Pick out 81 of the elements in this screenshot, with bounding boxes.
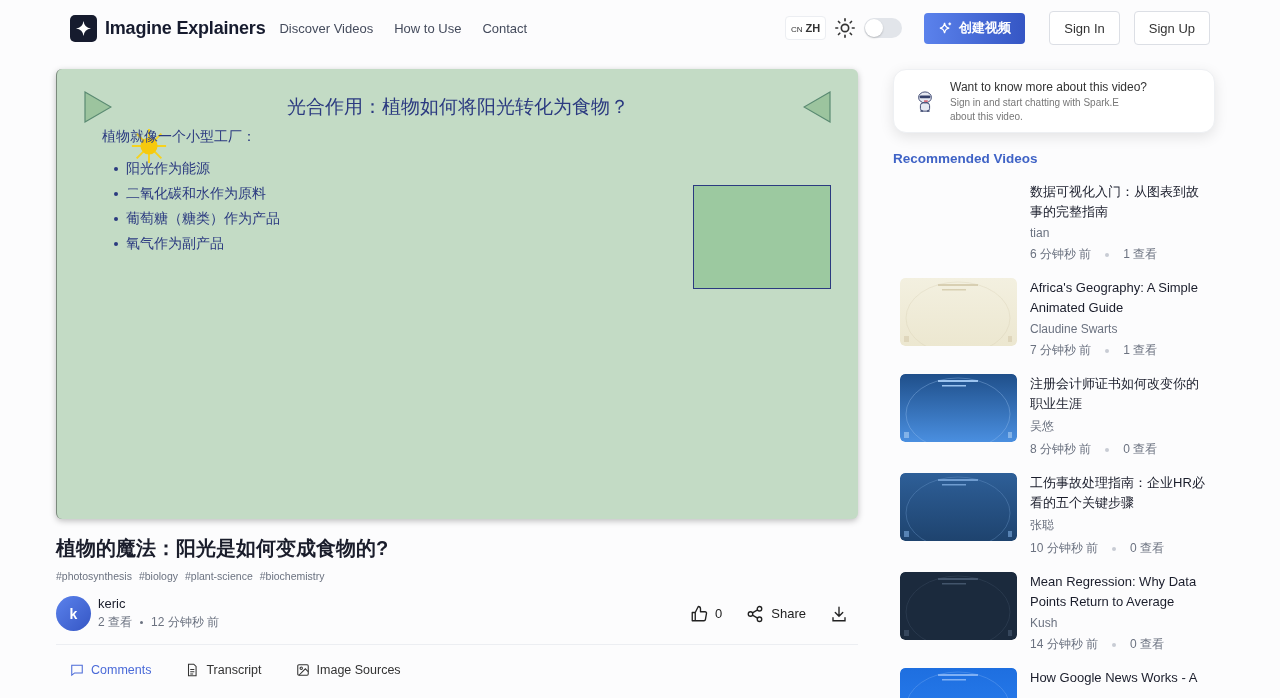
image-icon: [295, 663, 310, 677]
chat-prompt-title: Want to know more about this video?: [950, 80, 1147, 94]
view-count: 2 查看: [98, 614, 132, 631]
video-title: 植物的魔法：阳光是如何变成食物的?: [56, 536, 390, 561]
nav-link[interactable]: Discover Videos: [279, 20, 374, 36]
author-name: 张聪: [1030, 517, 1055, 534]
upload-time: 6 分钟秒 前: [1030, 246, 1092, 263]
share-button[interactable]: Share: [746, 604, 806, 623]
video-card[interactable]: 数据可视化入门：从图表到故事的完整指南 tian 6 分钟秒 前 1 查看: [900, 182, 1215, 263]
language-button[interactable]: CN ZH: [784, 16, 827, 40]
create-video-button[interactable]: 创建视频: [924, 12, 1026, 44]
slide-bullet: 葡萄糖（糖类）作为产品: [126, 209, 280, 228]
view-count: 1 查看: [1123, 246, 1158, 263]
video-card[interactable]: 工伤事故处理指南：企业HR必看的五个关键步骤 张聪 10 分钟秒 前 0 查看: [900, 473, 1215, 557]
video-title[interactable]: 数据可视化入门：从图表到故事的完整指南: [1030, 182, 1210, 222]
video-card[interactable]: Africa's Geography: A Simple Animated Guide Claudine Swarts 7 分钟秒 前 1 查看: [900, 278, 1215, 359]
avatar[interactable]: k: [56, 596, 91, 631]
tag-link[interactable]: #plant-science: [185, 570, 253, 582]
sun-icon: [834, 17, 857, 39]
author-name: Claudine Swarts: [1030, 322, 1119, 336]
separator-dot: [1112, 642, 1116, 647]
separator-dot: [140, 621, 143, 624]
comment-icon: [70, 663, 84, 677]
bullet-dot: [114, 216, 118, 221]
view-count: 1 查看: [1123, 342, 1158, 359]
upload-time: 14 分钟秒 前: [1030, 636, 1098, 653]
slide-bullet: 二氧化碳和水作为原料: [126, 184, 266, 203]
like-button[interactable]: 0: [690, 604, 723, 623]
tag-link[interactable]: #photosynthesis: [56, 570, 132, 582]
author-name: Kush: [1030, 616, 1059, 630]
bullet-dot: [114, 166, 118, 171]
upload-time: 8 分钟秒 前: [1030, 441, 1092, 458]
author-name[interactable]: keric: [98, 596, 220, 611]
slide-bullet: 阳光作为能源: [126, 159, 210, 178]
upload-time: 7 分钟秒 前: [1030, 342, 1092, 359]
upload-time: 12 分钟秒 前: [151, 614, 220, 631]
video-card[interactable]: How Google News Works - A: [900, 668, 1215, 698]
tab[interactable]: Image Sources: [295, 659, 401, 681]
bullet-dot: [114, 241, 118, 246]
view-count: 0 查看: [1123, 441, 1158, 458]
sign-up-button[interactable]: Sign Up: [1133, 11, 1210, 45]
author-name: 吴悠: [1030, 418, 1055, 435]
view-count: 0 查看: [1130, 540, 1165, 557]
sign-in-button[interactable]: Sign In: [1049, 11, 1120, 45]
slide-bullet: 氧气作为副产品: [126, 234, 224, 253]
logo-icon: [70, 14, 97, 42]
video-title[interactable]: How Google News Works - A: [1030, 668, 1210, 688]
section-heading: Recommended Videos: [893, 151, 1039, 166]
separator-dot: [1105, 252, 1110, 257]
video-title[interactable]: Mean Regression: Why Data Points Return to Average: [1030, 572, 1210, 612]
video-card[interactable]: Mean Regression: Why Data Points Return to Average Kush 14 分钟秒 前 0 查看: [900, 572, 1215, 653]
play-triangle-icon: [84, 91, 112, 123]
separator-dot: [1105, 348, 1110, 353]
sparkle-icon: [938, 20, 954, 36]
view-count: 0 查看: [1130, 636, 1165, 653]
share-icon: [746, 604, 765, 623]
tab[interactable]: Comments: [70, 659, 152, 681]
brand-name: Imagine Explainers: [105, 17, 266, 39]
upload-time: 10 分钟秒 前: [1030, 540, 1098, 557]
tag-link[interactable]: #biology: [138, 570, 178, 582]
video-card[interactable]: 注册会计师证书如何改变你的职业生涯 吴悠 8 分钟秒 前 0 查看: [900, 374, 1215, 458]
back-triangle-icon: [803, 91, 831, 123]
tag-link[interactable]: #biochemistry: [259, 570, 325, 582]
author-name: tian: [1030, 226, 1051, 240]
chat-prompt-text: Sign in and start chatting with Spark.E about this video.: [950, 96, 1120, 124]
download-button[interactable]: [830, 604, 848, 623]
video-title[interactable]: 工伤事故处理指南：企业HR必看的五个关键步骤: [1030, 473, 1210, 513]
document-icon: [185, 663, 200, 677]
nav-link[interactable]: How to Use: [394, 20, 462, 36]
chat-prompt-card[interactable]: Want to know more about this video? Sign in and start chatting with Spark.E about this video.: [893, 69, 1215, 133]
download-icon: [830, 604, 848, 623]
nav-link[interactable]: Contact: [482, 20, 528, 36]
separator-dot: [1112, 546, 1116, 551]
theme-toggle[interactable]: [864, 18, 903, 38]
slide-title: 光合作用：植物如何将阳光转化为食物？: [286, 95, 629, 119]
thumbs-up-icon: [690, 604, 709, 623]
tab[interactable]: Transcript: [185, 659, 262, 681]
video-title[interactable]: Africa's Geography: A Simple Animated Guide: [1030, 278, 1210, 318]
separator-dot: [1105, 447, 1110, 452]
video-title[interactable]: 注册会计师证书如何改变你的职业生涯: [1030, 374, 1210, 414]
bullet-dot: [114, 191, 118, 196]
